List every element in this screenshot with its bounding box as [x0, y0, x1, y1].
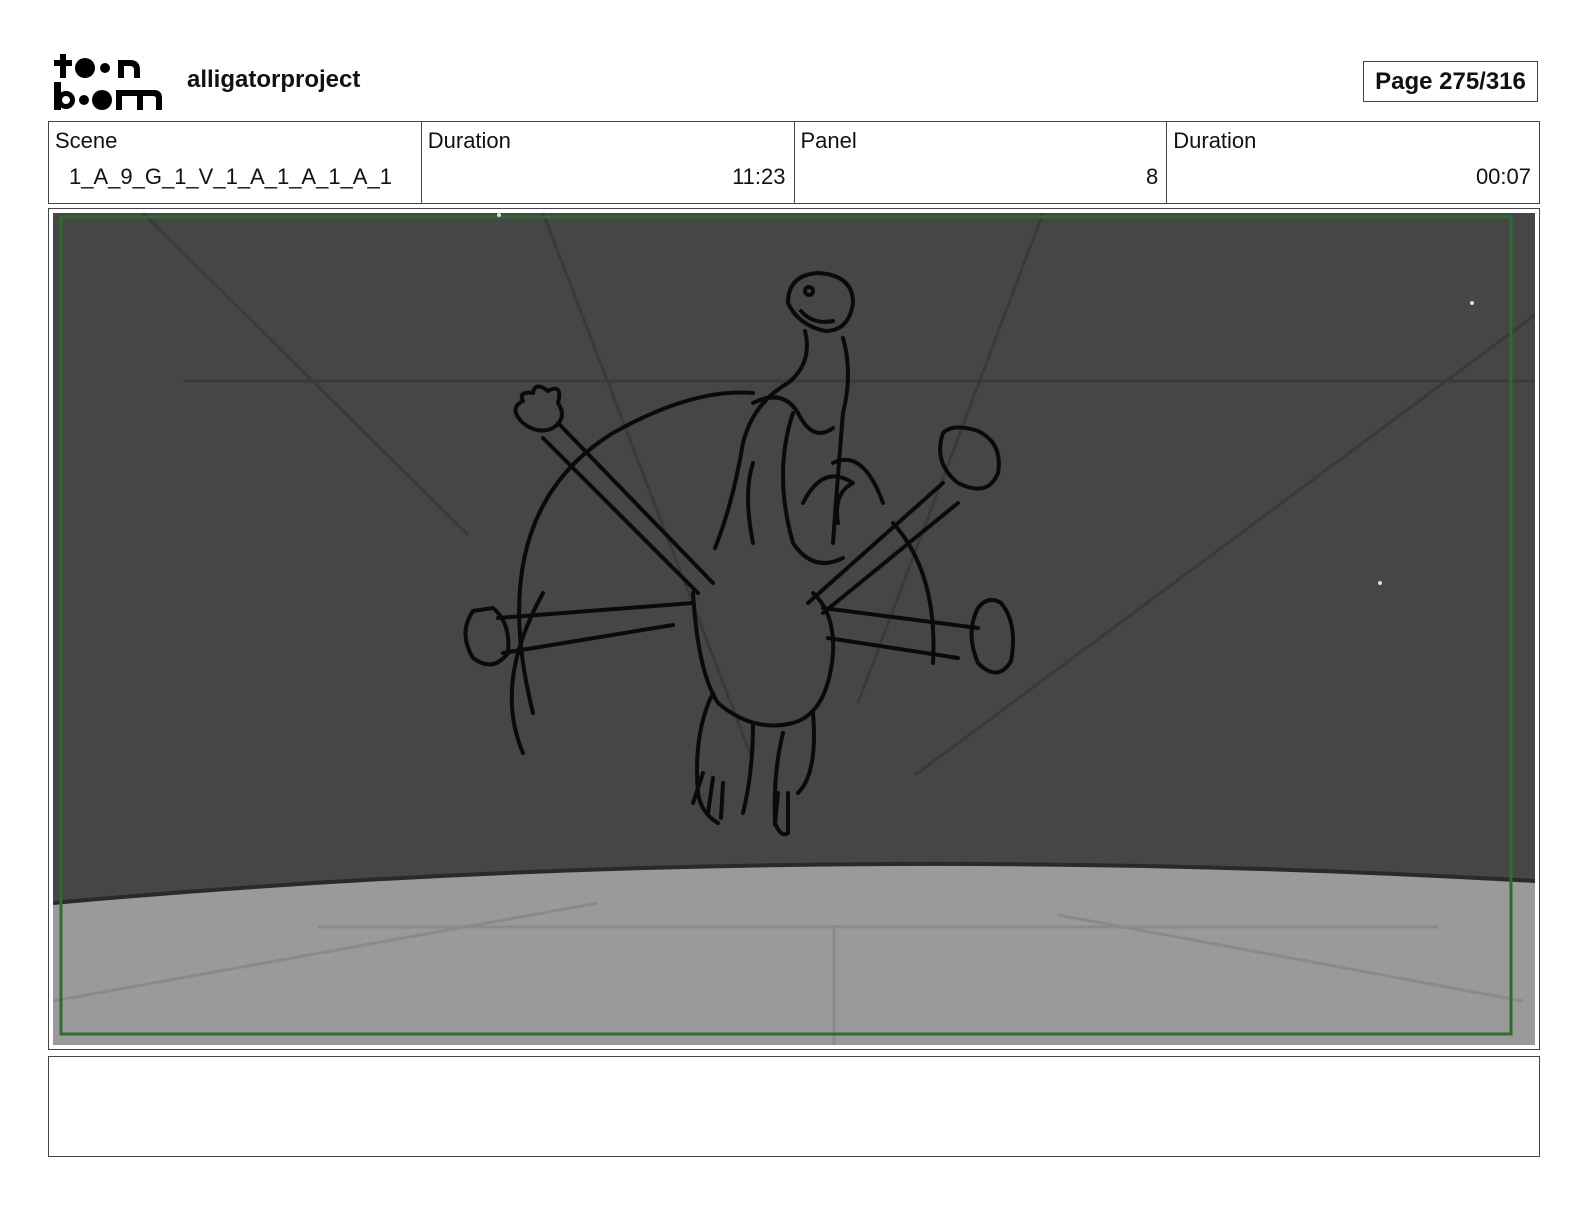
panel-notes-box [48, 1056, 1540, 1157]
panel-value: 8 [1146, 164, 1159, 189]
scene-value: 1_A_9_G_1_V_1_A_1_A_1_A_1 [69, 164, 392, 189]
panel-duration-value: 00:07 [1475, 164, 1531, 189]
scene-label: Scene [55, 128, 118, 153]
panel-info-table: Scene 1_A_9_G_1_V_1_A_1_A_1_A_1 Duration… [48, 121, 1540, 204]
scene-duration-label: Duration [427, 128, 511, 153]
scene-duration-cell: Duration 11:23 [422, 122, 795, 203]
page-indicator: Page 275/316 [1363, 61, 1538, 102]
scene-cell: Scene 1_A_9_G_1_V_1_A_1_A_1_A_1 [49, 122, 422, 203]
project-name: alligatorproject [187, 66, 361, 93]
panel-cell: Panel 8 [795, 122, 1168, 203]
panel-duration-label: Duration [1173, 128, 1257, 153]
scene-duration-value: 11:23 [732, 164, 786, 189]
panel-label: Panel [800, 128, 857, 153]
storyboard-sketch [53, 213, 1535, 1045]
toonboom-logo [50, 48, 166, 114]
panel-duration-cell: Duration 00:07 [1167, 122, 1539, 203]
panel-image-frame [48, 208, 1540, 1050]
